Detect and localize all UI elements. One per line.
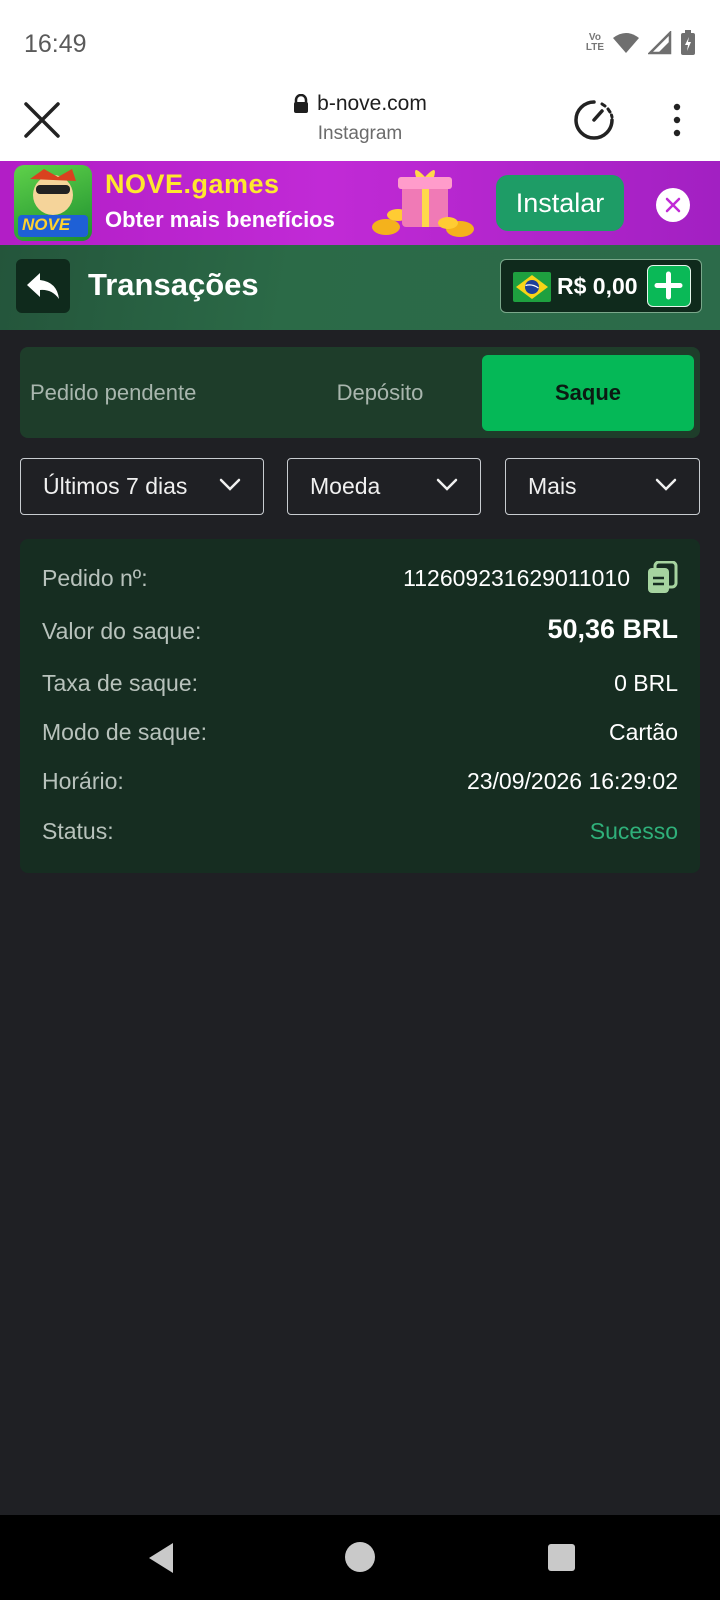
order-number-label: Pedido nº:	[42, 565, 148, 591]
transaction-card: Pedido nº: 112609231629011010 Valor do s…	[20, 539, 700, 873]
time-label: Horário:	[42, 768, 124, 794]
status-label: Status:	[42, 818, 114, 844]
withdrawal-fee-row: Taxa de saque: 0 BRL	[42, 670, 678, 700]
close-promo-button[interactable]	[656, 188, 690, 222]
period-filter-label: Últimos 7 dias	[43, 473, 188, 499]
deposit-add-button[interactable]	[647, 265, 691, 307]
chevron-down-icon	[219, 478, 241, 491]
tab-deposit[interactable]: Depósito	[270, 355, 490, 431]
copy-icon[interactable]	[646, 561, 678, 595]
volte-icon: Vo LTE	[585, 32, 604, 53]
wifi-icon	[613, 33, 639, 53]
withdrawal-mode-value: Cartão	[608, 719, 678, 745]
currency-filter-label: Moeda	[310, 473, 381, 499]
nav-recents-icon[interactable]	[548, 1544, 575, 1571]
time-value: 23/09/2026 16:29:02	[466, 768, 678, 794]
withdrawal-fee-label: Taxa de saque:	[42, 670, 199, 696]
signal-icon	[648, 31, 672, 55]
withdrawal-mode-label: Modo de saque:	[42, 719, 207, 745]
status-icons: Vo LTE	[586, 28, 696, 58]
withdrawal-fee-value: 0 BRL	[614, 670, 678, 696]
page-title: Transações	[88, 267, 259, 302]
chevron-down-icon	[655, 478, 677, 491]
speedometer-icon[interactable]	[572, 98, 616, 142]
reply-back-icon	[27, 273, 59, 299]
app-logo: NOVE	[14, 165, 92, 241]
battery-icon	[681, 30, 695, 55]
gift-coins-icon	[372, 170, 474, 237]
plus-icon	[654, 271, 683, 300]
close-icon	[665, 197, 681, 213]
more-filter-label: Mais	[528, 473, 577, 499]
transaction-type-tabs: Pedido pendente Depósito Saque	[20, 347, 700, 438]
status-badge: Sucesso	[589, 818, 678, 844]
period-filter-dropdown[interactable]: Últimos 7 dias	[20, 458, 264, 515]
browser-toolbar: b-nove.com Instagram	[0, 86, 720, 161]
brazil-flag-icon	[513, 272, 551, 302]
promo-title: NOVE.games	[105, 169, 280, 199]
url-domain: b-nove.com	[317, 92, 427, 115]
lock-icon	[294, 94, 309, 113]
order-number-row: Pedido nº: 112609231629011010	[42, 561, 678, 595]
more-vertical-icon[interactable]	[660, 100, 694, 140]
withdrawal-amount-value: 50,36 BRL	[547, 614, 678, 644]
nav-home-icon[interactable]	[345, 1542, 375, 1572]
install-promo-banner: NOVE NOVE.games Obter mais benefícios In…	[0, 161, 720, 245]
status-row: Status: Sucesso	[42, 818, 678, 848]
withdrawal-mode-row: Modo de saque: Cartão	[42, 719, 678, 749]
withdrawal-amount-row: Valor do saque: 50,36 BRL	[42, 614, 678, 648]
balance-widget: R$ 0,00	[500, 259, 702, 313]
tab-withdrawal[interactable]: Saque	[482, 355, 694, 431]
order-number-value: 112609231629011010	[403, 565, 630, 591]
status-bar: 16:49 Vo LTE	[0, 0, 720, 86]
nav-back-icon[interactable]	[146, 1541, 176, 1575]
chevron-down-icon	[436, 478, 458, 491]
back-button[interactable]	[16, 259, 70, 313]
system-navigation-bar	[0, 1515, 720, 1600]
time-row: Horário: 23/09/2026 16:29:02	[42, 768, 678, 798]
currency-filter-dropdown[interactable]: Moeda	[287, 458, 481, 515]
balance-amount: R$ 0,00	[557, 273, 638, 299]
more-filter-dropdown[interactable]: Mais	[505, 458, 700, 515]
status-time: 16:49	[24, 30, 87, 58]
page-header: Transações R$ 0,00	[0, 245, 720, 330]
tab-pending-orders[interactable]: Pedido pendente	[30, 355, 252, 431]
install-button[interactable]: Instalar	[496, 175, 624, 231]
promo-subtitle: Obter mais benefícios	[105, 207, 335, 232]
withdrawal-amount-label: Valor do saque:	[42, 618, 202, 644]
